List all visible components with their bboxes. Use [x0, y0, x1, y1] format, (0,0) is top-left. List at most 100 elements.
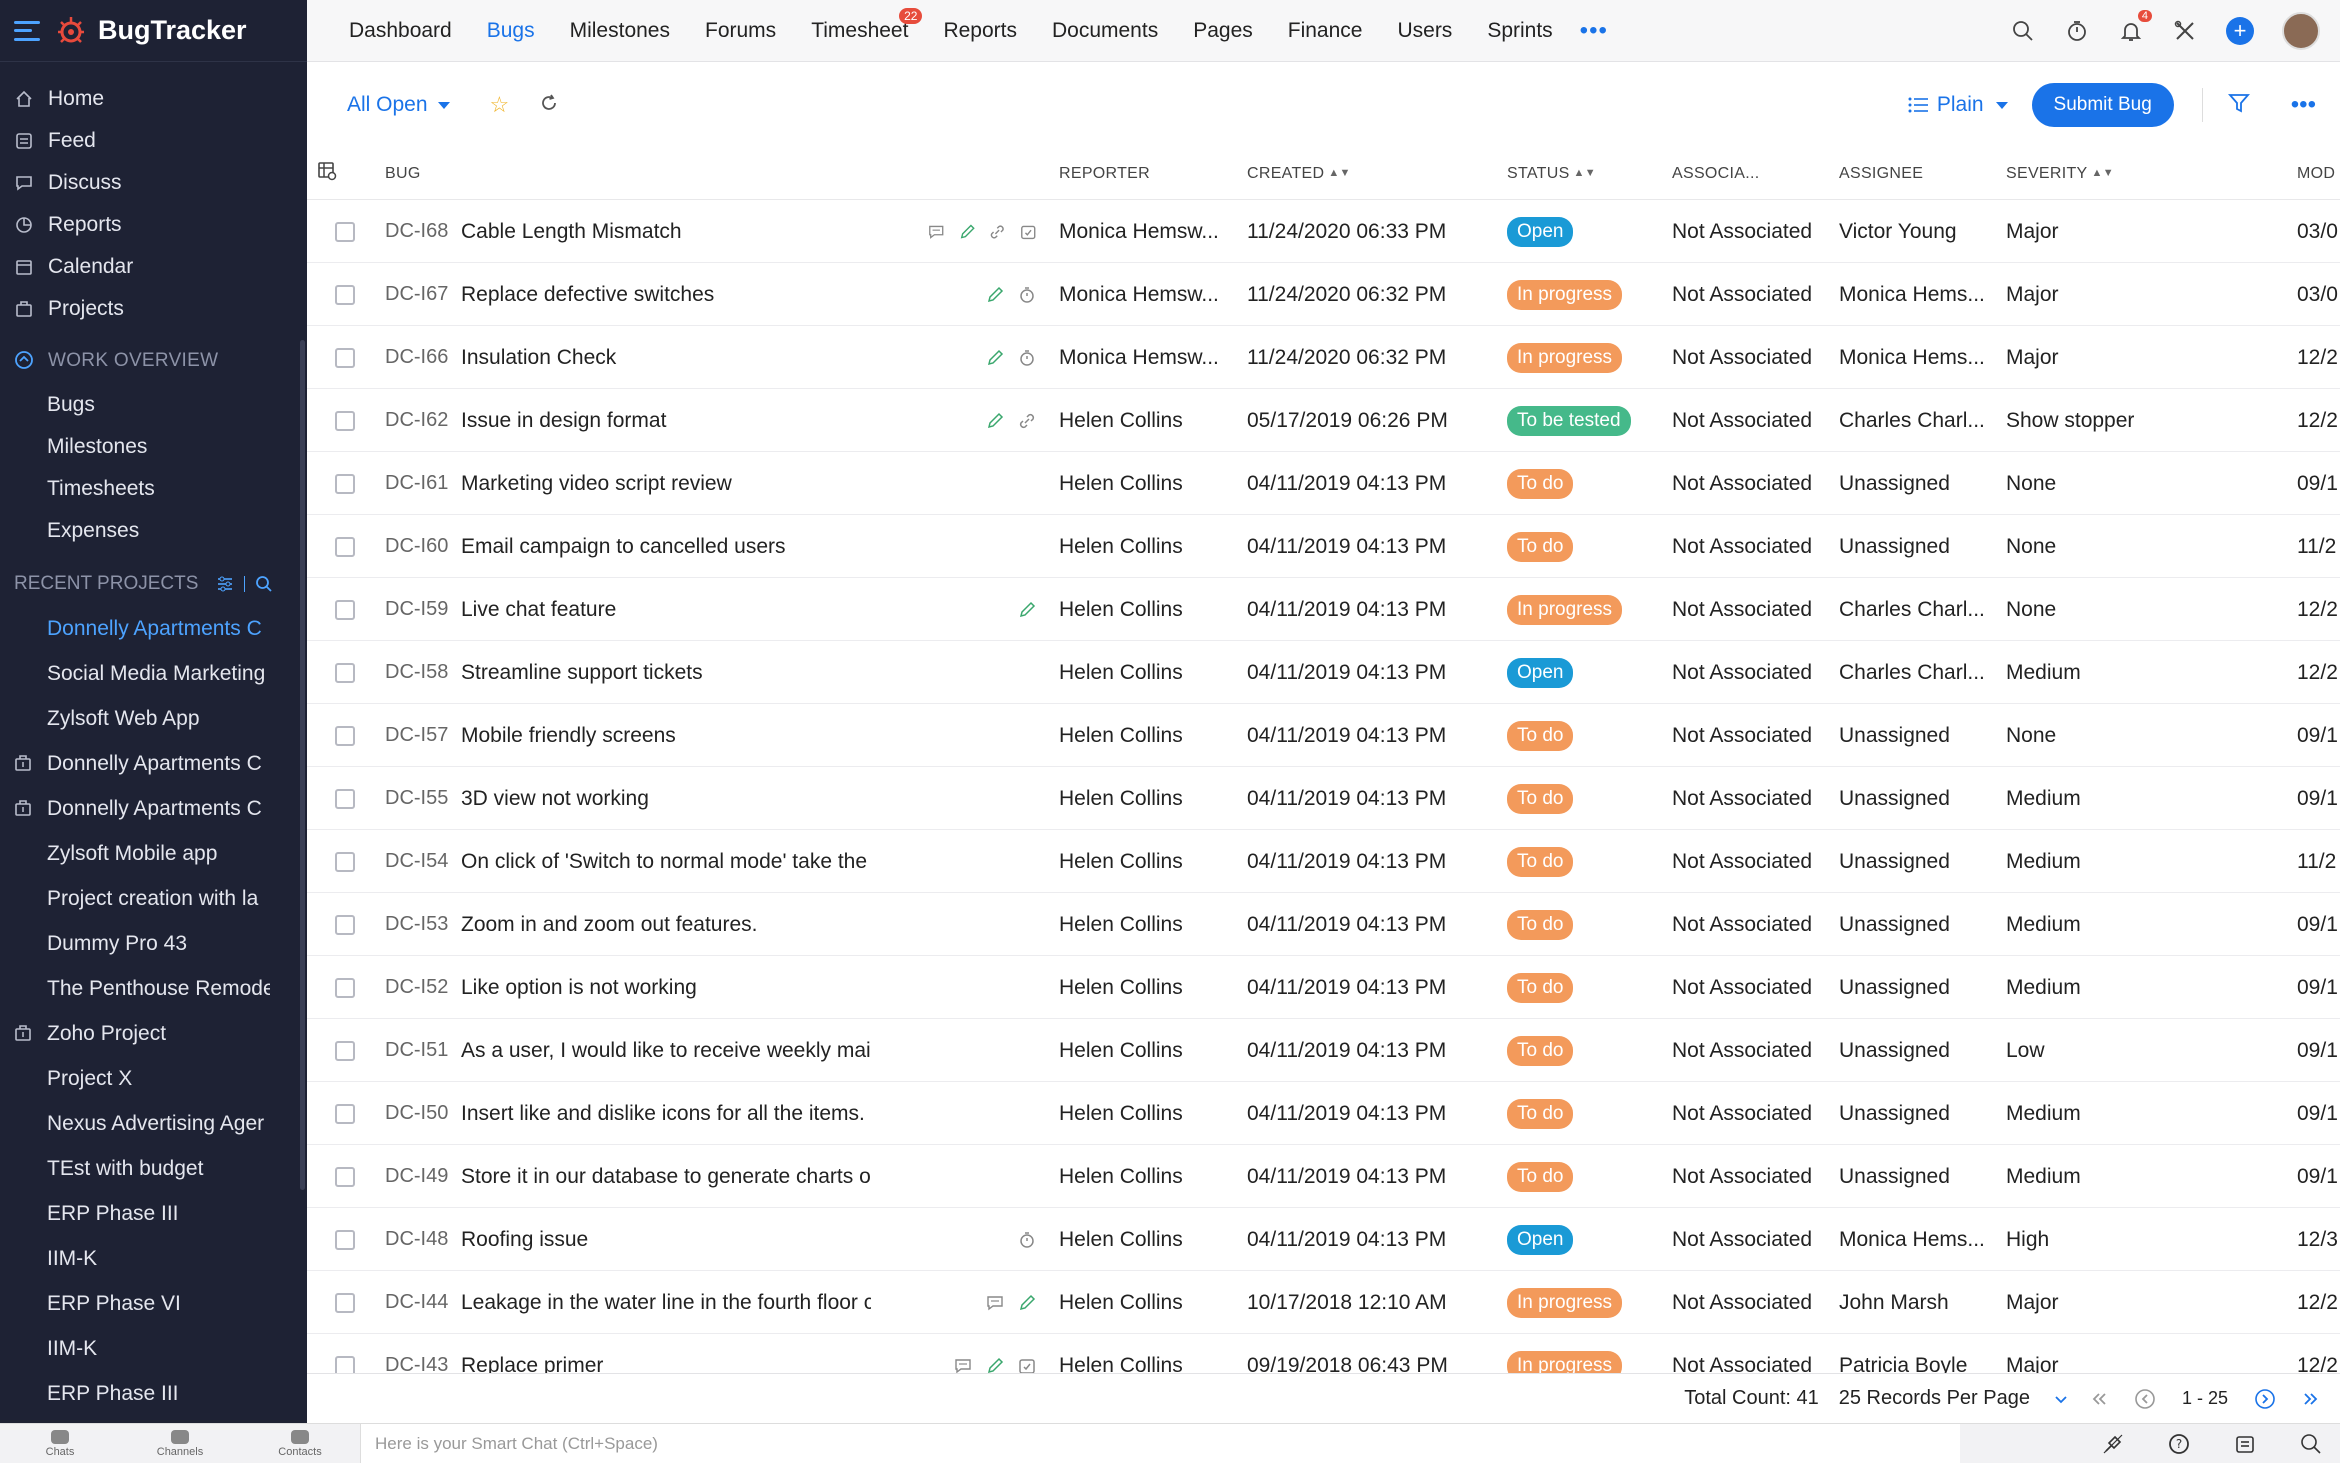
checkbox[interactable] — [335, 536, 355, 557]
table-row[interactable]: DC-I43 Replace primer Helen Collins 09/19/2… — [307, 1334, 2340, 1373]
bug-title[interactable]: Like option is not working — [461, 956, 871, 1019]
table-row[interactable]: DC-I66 Insulation Check Monica Hemsw... 11/… — [307, 326, 2340, 389]
user-avatar[interactable] — [2282, 12, 2320, 50]
edit-icon[interactable] — [1017, 1293, 1037, 1313]
recent-project-item[interactable]: Zylsoft Web App — [0, 696, 270, 741]
first-page-icon[interactable] — [2090, 1390, 2108, 1408]
status-badge[interactable]: In progress — [1507, 594, 1623, 625]
assignee[interactable]: Unassigned — [1839, 704, 1950, 767]
recent-project-item[interactable]: TEst with budget — [0, 1146, 270, 1191]
edit-icon[interactable] — [958, 222, 977, 242]
bug-title[interactable]: Leakage in the water line in the fourth … — [461, 1271, 871, 1334]
recent-project-item[interactable]: The Penthouse Remode — [0, 966, 270, 1011]
filter-settings-icon[interactable] — [216, 575, 234, 593]
sort-icon[interactable]: ▲▼ — [1574, 167, 1596, 179]
recent-project-item[interactable]: ERP Phase III — [0, 1371, 270, 1416]
bug-id[interactable]: DC-I60 — [385, 515, 448, 578]
tab-sprints[interactable]: Sprints — [1487, 0, 1552, 62]
status-badge[interactable]: In progress — [1507, 279, 1623, 310]
bug-id[interactable]: DC-I48 — [385, 1208, 448, 1271]
task-icon[interactable] — [1019, 222, 1038, 242]
recent-project-item[interactable]: Donnelly Apartments C — [0, 606, 270, 651]
nav-discuss[interactable]: Discuss — [0, 162, 307, 204]
comment-icon[interactable] — [985, 1293, 1005, 1313]
severity[interactable]: Medium — [2006, 767, 2081, 830]
assignee[interactable]: Monica Hems... — [1839, 263, 1985, 326]
favorite-star-icon[interactable]: ☆ — [490, 92, 510, 118]
sort-icon[interactable]: ▲▼ — [2092, 167, 2114, 179]
tab-pages[interactable]: Pages — [1193, 0, 1253, 62]
table-row[interactable]: DC-I57 Mobile friendly screens Helen Colli… — [307, 704, 2340, 767]
overview-item-timesheets[interactable]: Timesheets — [0, 468, 307, 510]
severity[interactable]: Major — [2006, 263, 2059, 326]
bug-title[interactable]: Replace primer — [461, 1334, 871, 1374]
nav-home[interactable]: Home — [0, 78, 307, 120]
recent-project-item[interactable]: Zoho Project — [0, 1011, 270, 1056]
header-severity[interactable]: SEVERITY ▲▼ — [2006, 165, 2114, 183]
edit-icon[interactable] — [1017, 600, 1037, 620]
row-checkbox[interactable] — [335, 1271, 355, 1334]
recent-project-item[interactable]: Zylsoft Mobile app — [0, 831, 270, 876]
severity[interactable]: Major — [2006, 1271, 2059, 1334]
assignee[interactable]: Unassigned — [1839, 1082, 1950, 1145]
checkbox[interactable] — [335, 1229, 355, 1250]
table-row[interactable]: DC-I53 Zoom in and zoom out features. Hele… — [307, 893, 2340, 956]
table-row[interactable]: DC-I52 Like option is not working Helen Co… — [307, 956, 2340, 1019]
bug-id[interactable]: DC-I57 — [385, 704, 448, 767]
assignee[interactable]: Charles Charl... — [1839, 389, 1985, 452]
tab-users[interactable]: Users — [1397, 0, 1452, 62]
checkbox[interactable] — [335, 788, 355, 809]
status-cell[interactable]: To do — [1507, 893, 1574, 956]
channels-tab[interactable]: Channels — [120, 1424, 240, 1463]
row-checkbox[interactable] — [335, 704, 355, 767]
table-row[interactable]: DC-I50 Insert like and dislike icons for … — [307, 1082, 2340, 1145]
next-page-icon[interactable] — [2254, 1388, 2276, 1410]
plug-icon[interactable] — [2100, 1431, 2126, 1457]
status-badge[interactable]: To do — [1507, 783, 1574, 814]
row-checkbox[interactable] — [335, 830, 355, 893]
header-assignee[interactable]: ASSIGNEE — [1839, 165, 1923, 183]
status-badge[interactable]: To be tested — [1507, 405, 1631, 436]
status-cell[interactable]: To do — [1507, 1019, 1574, 1082]
table-row[interactable]: DC-I67 Replace defective switches Monica H… — [307, 263, 2340, 326]
severity[interactable]: Major — [2006, 1334, 2059, 1374]
link-icon[interactable] — [1017, 411, 1037, 431]
status-badge[interactable]: Open — [1507, 216, 1574, 247]
header-status[interactable]: STATUS ▲▼ — [1507, 165, 1596, 183]
checkbox[interactable] — [335, 284, 355, 305]
table-row[interactable]: DC-I62 Issue in design format Helen Collin… — [307, 389, 2340, 452]
assignee[interactable]: Unassigned — [1839, 956, 1950, 1019]
bug-title[interactable]: On click of 'Switch to normal mode' take… — [461, 830, 871, 893]
assignee[interactable]: Unassigned — [1839, 452, 1950, 515]
bug-id[interactable]: DC-I52 — [385, 956, 448, 1019]
recent-project-item[interactable]: ERP Phase VI — [0, 1281, 270, 1326]
bug-id[interactable]: DC-I67 — [385, 263, 448, 326]
edit-icon[interactable] — [985, 285, 1005, 305]
status-badge[interactable]: Open — [1507, 657, 1574, 688]
header-associated[interactable]: ASSOCIA... — [1672, 165, 1759, 183]
sidebar-scrollbar[interactable] — [300, 340, 305, 1190]
assignee[interactable]: Unassigned — [1839, 893, 1950, 956]
severity[interactable]: Medium — [2006, 956, 2081, 1019]
checkbox[interactable] — [335, 977, 355, 998]
tab-timesheet[interactable]: Timesheet 22 — [811, 0, 923, 62]
status-cell[interactable]: To do — [1507, 956, 1574, 1019]
header-created[interactable]: CREATED ▲▼ — [1247, 165, 1351, 183]
nav-feed[interactable]: Feed — [0, 120, 307, 162]
status-badge[interactable]: In progress — [1507, 1287, 1623, 1318]
checkbox[interactable] — [335, 473, 355, 494]
row-checkbox[interactable] — [335, 263, 355, 326]
row-checkbox[interactable] — [335, 515, 355, 578]
recent-project-item[interactable]: Project X — [0, 1056, 270, 1101]
recent-project-item[interactable]: Dummy Pro 43 — [0, 921, 270, 966]
timer-icon[interactable] — [1017, 1230, 1037, 1250]
checkbox[interactable] — [335, 914, 355, 935]
timer-icon[interactable] — [1017, 348, 1037, 368]
bug-id[interactable]: DC-I54 — [385, 830, 448, 893]
header-modified[interactable]: MOD — [2297, 165, 2335, 183]
severity[interactable]: Medium — [2006, 893, 2081, 956]
prev-page-icon[interactable] — [2134, 1388, 2156, 1410]
submit-bug-button[interactable]: Submit Bug — [2031, 83, 2174, 127]
status-badge[interactable]: To do — [1507, 531, 1574, 562]
archive-icon[interactable] — [2232, 1431, 2258, 1457]
